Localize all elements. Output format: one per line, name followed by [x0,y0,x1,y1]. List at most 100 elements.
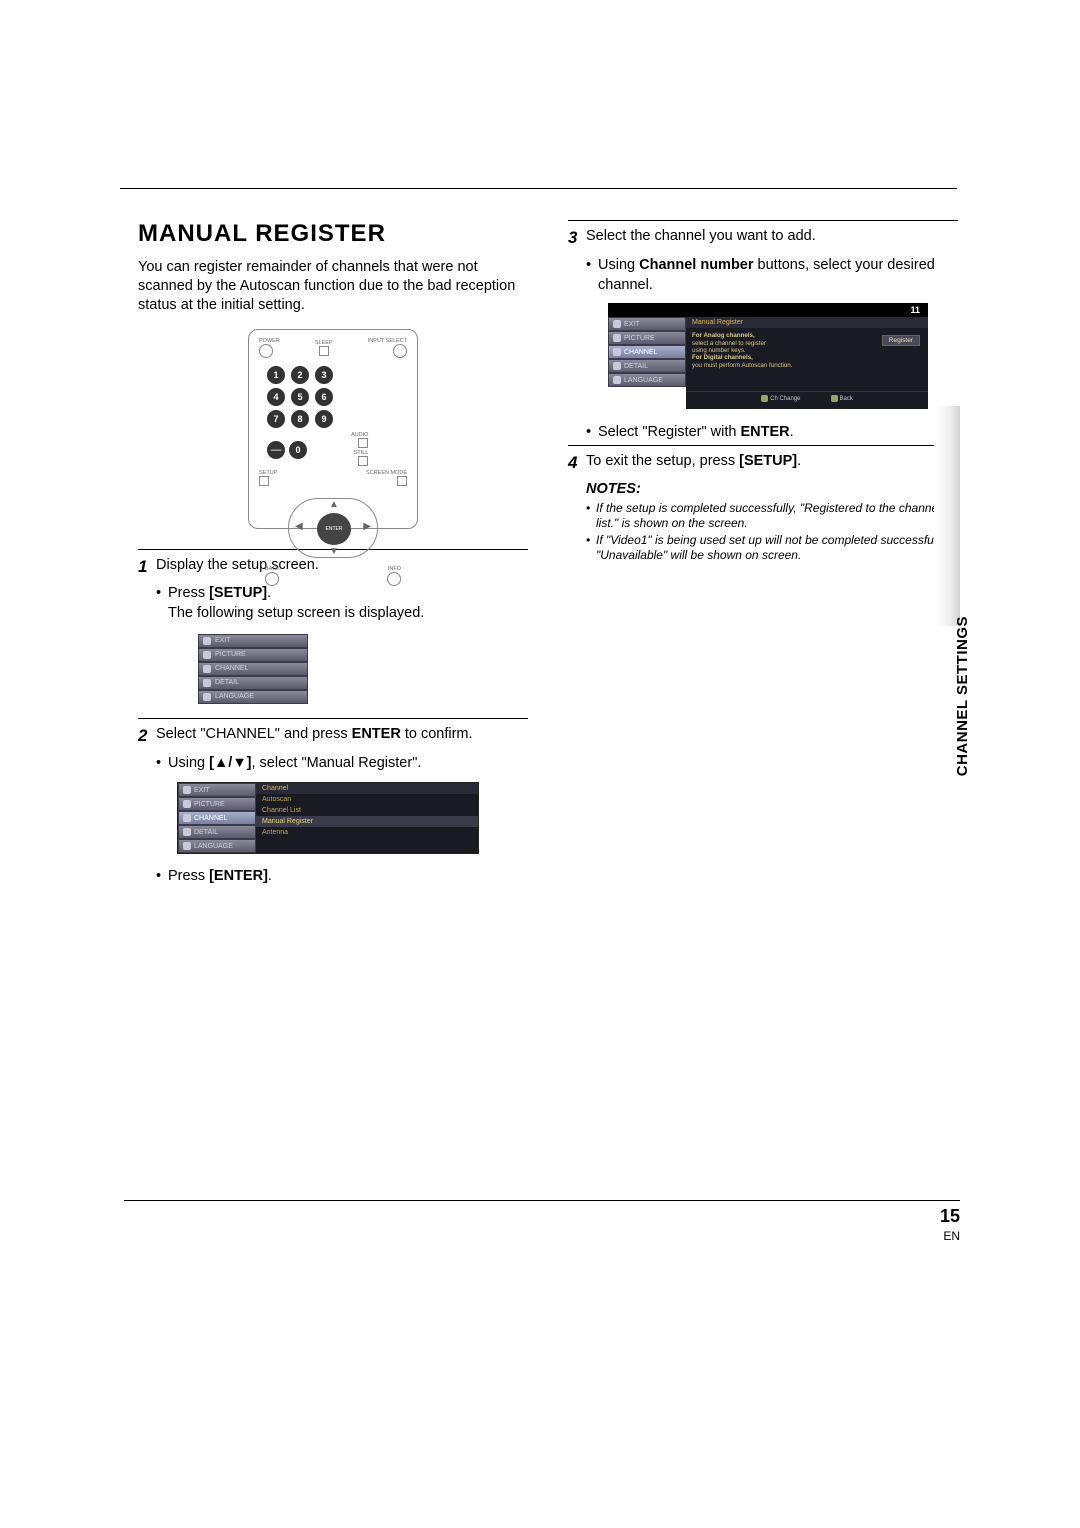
sleep-button-icon [319,346,329,356]
step-3-bullet-1: • Using Channel number buttons, select y… [586,256,958,295]
osd-item-detail: DETAIL [198,676,308,690]
detail-icon [203,679,211,687]
section-tab-label: CHANNEL SETTINGS [954,616,971,776]
page-top-rule [120,188,957,189]
arrow-down-icon: ▼ [329,546,339,557]
section-tab-gradient [934,406,960,626]
exit-icon [203,637,211,645]
language-icon [203,693,211,701]
osd-item-language: LANGUAGE [198,690,308,704]
osd-side-picture: PICTURE [608,331,686,345]
osd-item-picture: PICTURE [198,648,308,662]
osd-register-title: Manual Register [686,317,928,328]
osd-menu-small: EXIT PICTURE CHANNEL DETAIL LANGUAGE [198,634,308,704]
num-9: 9 [315,410,333,428]
num-8: 8 [291,410,309,428]
osd-side-detail: DETAIL [178,825,256,839]
right-column: 3 Select the channel you want to add. • … [568,220,958,889]
detail-icon [183,828,191,836]
num-2: 2 [291,366,309,384]
dpad: ▲ ▼ ◀ ▶ ENTER [288,498,378,558]
note-1: If the setup is completed successfully, … [596,501,958,531]
num-7: 7 [267,410,285,428]
page-number: 15 [940,1206,960,1227]
num-1: 1 [267,366,285,384]
osd-register-button: Register [882,335,920,346]
step-separator [568,220,958,221]
notes-list: •If the setup is completed successfully,… [586,501,958,563]
num-6: 6 [315,388,333,406]
num-5: 5 [291,388,309,406]
osd-opt-autoscan: Autoscan [256,794,478,805]
osd-side-channel: CHANNEL [608,345,686,359]
note-2: If "Video1" is being used set up will no… [596,533,958,563]
input-select-button-icon [393,344,407,358]
label-back: BACK [265,566,280,572]
num-0: 0 [289,441,307,459]
step-number: 2 [138,725,156,748]
language-icon [183,842,191,850]
page-lang: EN [940,1229,960,1243]
num-4: 4 [267,388,285,406]
label-info: INFO [388,566,401,572]
osd-register-msg: For Analog channels, select a channel to… [686,328,851,373]
osd-opt-manualregister: Manual Register [256,816,478,827]
osd-side-detail: DETAIL [608,359,686,373]
exit-icon [613,320,621,328]
page-footer: 15 EN [940,1200,960,1243]
channel-icon [183,814,191,822]
back-button-icon [265,572,279,586]
picture-icon [613,334,621,342]
osd-manual-register: 11 EXIT PICTURE CHANNEL DETAIL LANGUAGE … [608,303,928,409]
osd-item-exit: EXIT [198,634,308,648]
step-4: 4 To exit the setup, press [SETUP]. [568,452,958,475]
step-3: 3 Select the channel you want to add. [568,227,958,250]
number-pad: 1 2 3 4 5 6 7 8 9 [267,366,407,428]
still-button-icon [358,456,368,466]
osd-side-channel: CHANNEL [178,811,256,825]
label-power: POWER [259,338,280,344]
picture-icon [183,800,191,808]
channel-icon [203,665,211,673]
label-input: INPUT SELECT [368,338,407,344]
dash-button: — [267,441,285,459]
osd-side-exit: EXIT [178,783,256,797]
arrow-up-icon: ▲ [329,499,339,510]
step-separator [138,718,528,719]
step-3-bullet-2: • Select "Register" with ENTER. [586,423,958,443]
osd-opt-antenna: Antenna [256,827,478,838]
step-2: 2 Select "CHANNEL" and press ENTER to co… [138,725,528,748]
osd-body-title: Channel [256,783,478,794]
step-separator [568,445,958,446]
power-button-icon [259,344,273,358]
content-columns: MANUAL REGISTER You can register remaind… [138,220,958,889]
section-heading: MANUAL REGISTER [138,220,528,248]
footer-rule [124,1200,960,1201]
step-number: 4 [568,452,586,475]
setup-button-icon [259,476,269,486]
arrow-left-icon: ◀ [295,521,303,532]
osd-side-picture: PICTURE [178,797,256,811]
back-icon [831,395,838,402]
step-number: 1 [138,556,156,579]
screenmode-button-icon [397,476,407,486]
osd-side-language: LANGUAGE [178,839,256,853]
step-1-bullet-1: • Press [SETUP].The following setup scre… [156,584,528,623]
osd-side-exit: EXIT [608,317,686,331]
step-2-bullet-2: • Press [ENTER]. [156,867,528,887]
detail-icon [613,362,621,370]
intro-text: You can register remainder of channels t… [138,258,528,315]
remote-illustration: POWER SLEEP INPUT SELECT 1 2 3 4 5 6 7 8… [248,329,418,529]
arrow-right-icon: ▶ [363,521,371,532]
foot-ch-change: Ch Change [761,395,800,402]
num-3: 3 [315,366,333,384]
picture-icon [203,651,211,659]
language-icon [613,376,621,384]
audio-button-icon [358,438,368,448]
channel-icon [613,348,621,356]
osd-channel-number: 11 [608,303,928,317]
enter-button-icon: ENTER [317,513,351,545]
osd-opt-channellist: Channel List [256,805,478,816]
osd-item-channel: CHANNEL [198,662,308,676]
foot-back: Back [831,395,853,402]
